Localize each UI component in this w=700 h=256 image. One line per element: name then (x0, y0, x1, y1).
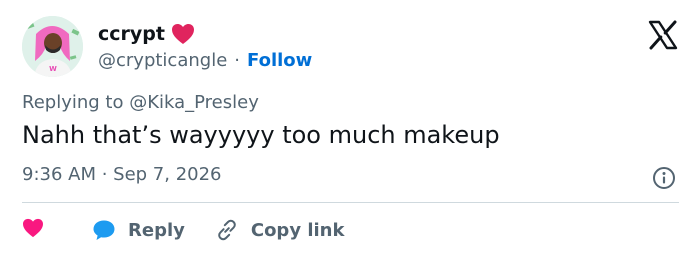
username-handle[interactable]: @crypticangle (98, 50, 227, 71)
copy-link-label: Copy link (250, 219, 345, 241)
speech-bubble-icon (92, 219, 116, 241)
link-icon (215, 218, 239, 242)
replying-to: Replying to @Kika_Presley (22, 92, 259, 113)
separator-dot: · (234, 49, 241, 71)
red-heart-icon (171, 23, 195, 45)
copy-link-button[interactable]: Copy link (215, 218, 345, 242)
handle-line: @crypticangle · Follow (98, 47, 312, 73)
tweet-text: Nahh that’s wayyyyy too much makeup (22, 121, 500, 149)
svg-text:W: W (49, 65, 57, 73)
follow-button[interactable]: Follow (247, 50, 312, 71)
x-logo-icon[interactable] (648, 20, 678, 50)
author-name-line: ccrypt (98, 20, 195, 48)
like-button[interactable] (22, 218, 44, 242)
heart-icon (22, 218, 44, 242)
action-bar: Reply Copy link (22, 214, 344, 246)
display-name[interactable]: ccrypt (98, 23, 165, 45)
avatar[interactable]: W (22, 16, 83, 77)
tweet-timestamp[interactable]: 9:36 AM · Sep 7, 2026 (22, 164, 222, 185)
reply-label: Reply (128, 219, 185, 241)
info-icon[interactable] (652, 166, 676, 190)
reply-button[interactable]: Reply (92, 219, 185, 241)
divider (22, 202, 679, 203)
